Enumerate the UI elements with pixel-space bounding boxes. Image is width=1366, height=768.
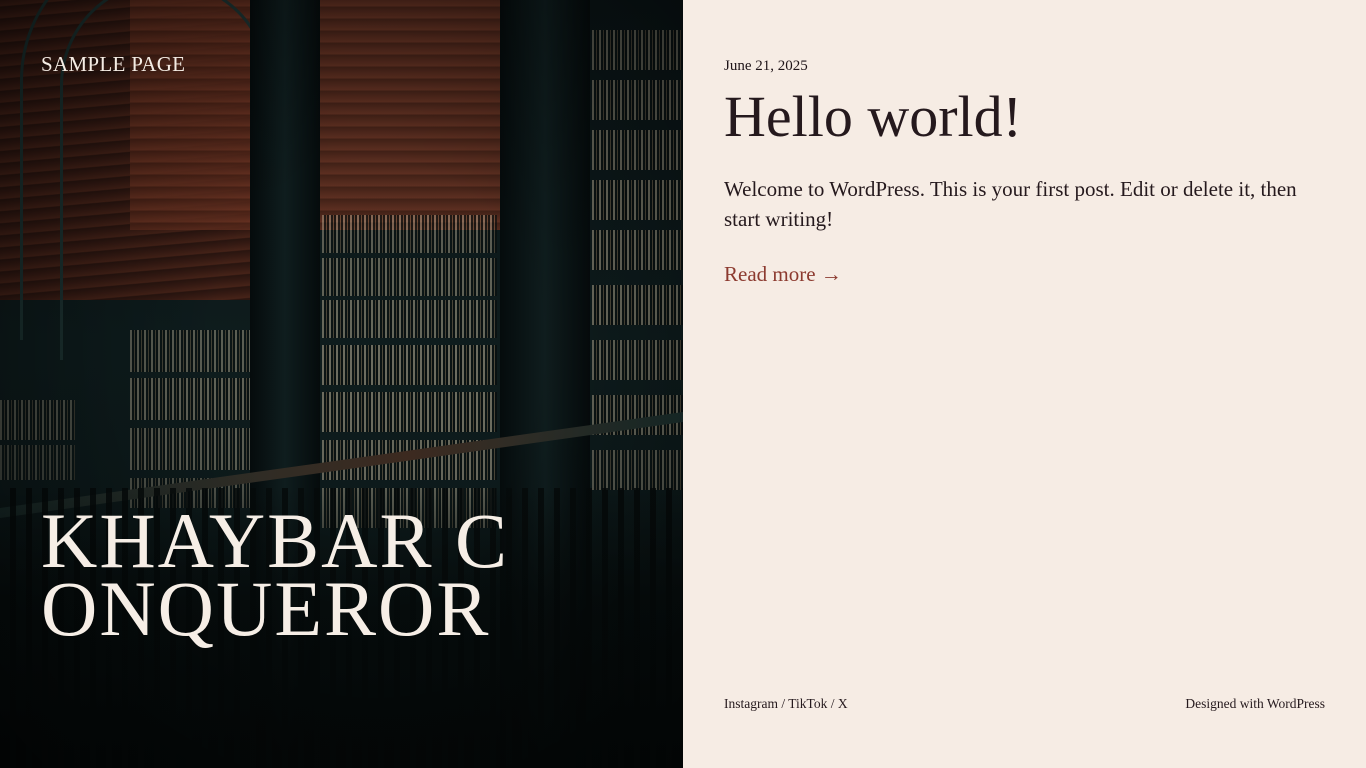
page: SAMPLE PAGE KHAYBAR CONQUEROR June 21, 2…: [0, 0, 1366, 768]
library-background-image: [0, 0, 683, 768]
content-panel: June 21, 2025 Hello world! Welcome to Wo…: [683, 0, 1366, 768]
post-excerpt: Welcome to WordPress. This is your first…: [724, 177, 1297, 231]
instagram-link[interactable]: Instagram: [724, 696, 778, 711]
hero-panel: SAMPLE PAGE KHAYBAR CONQUEROR: [0, 0, 683, 768]
social-separator: /: [827, 696, 838, 711]
read-more-link[interactable]: Read more →: [724, 262, 842, 287]
post-title[interactable]: Hello world!: [724, 84, 1022, 150]
nav-link-sample-page[interactable]: SAMPLE PAGE: [41, 52, 185, 77]
post-date[interactable]: June 21, 2025: [724, 58, 808, 75]
credit-prefix: Designed with: [1185, 696, 1267, 711]
wordpress-credit-link[interactable]: WordPress: [1267, 696, 1325, 711]
x-link[interactable]: X: [838, 696, 848, 711]
footer-credit: Designed with WordPress: [1185, 696, 1325, 712]
bg-vignette: [0, 0, 683, 768]
site-title[interactable]: KHAYBAR CONQUEROR: [41, 502, 521, 648]
social-separator: /: [777, 696, 789, 711]
tiktok-link[interactable]: TikTok: [788, 696, 827, 711]
footer-social-links: Instagram / TikTok / X: [724, 696, 848, 712]
